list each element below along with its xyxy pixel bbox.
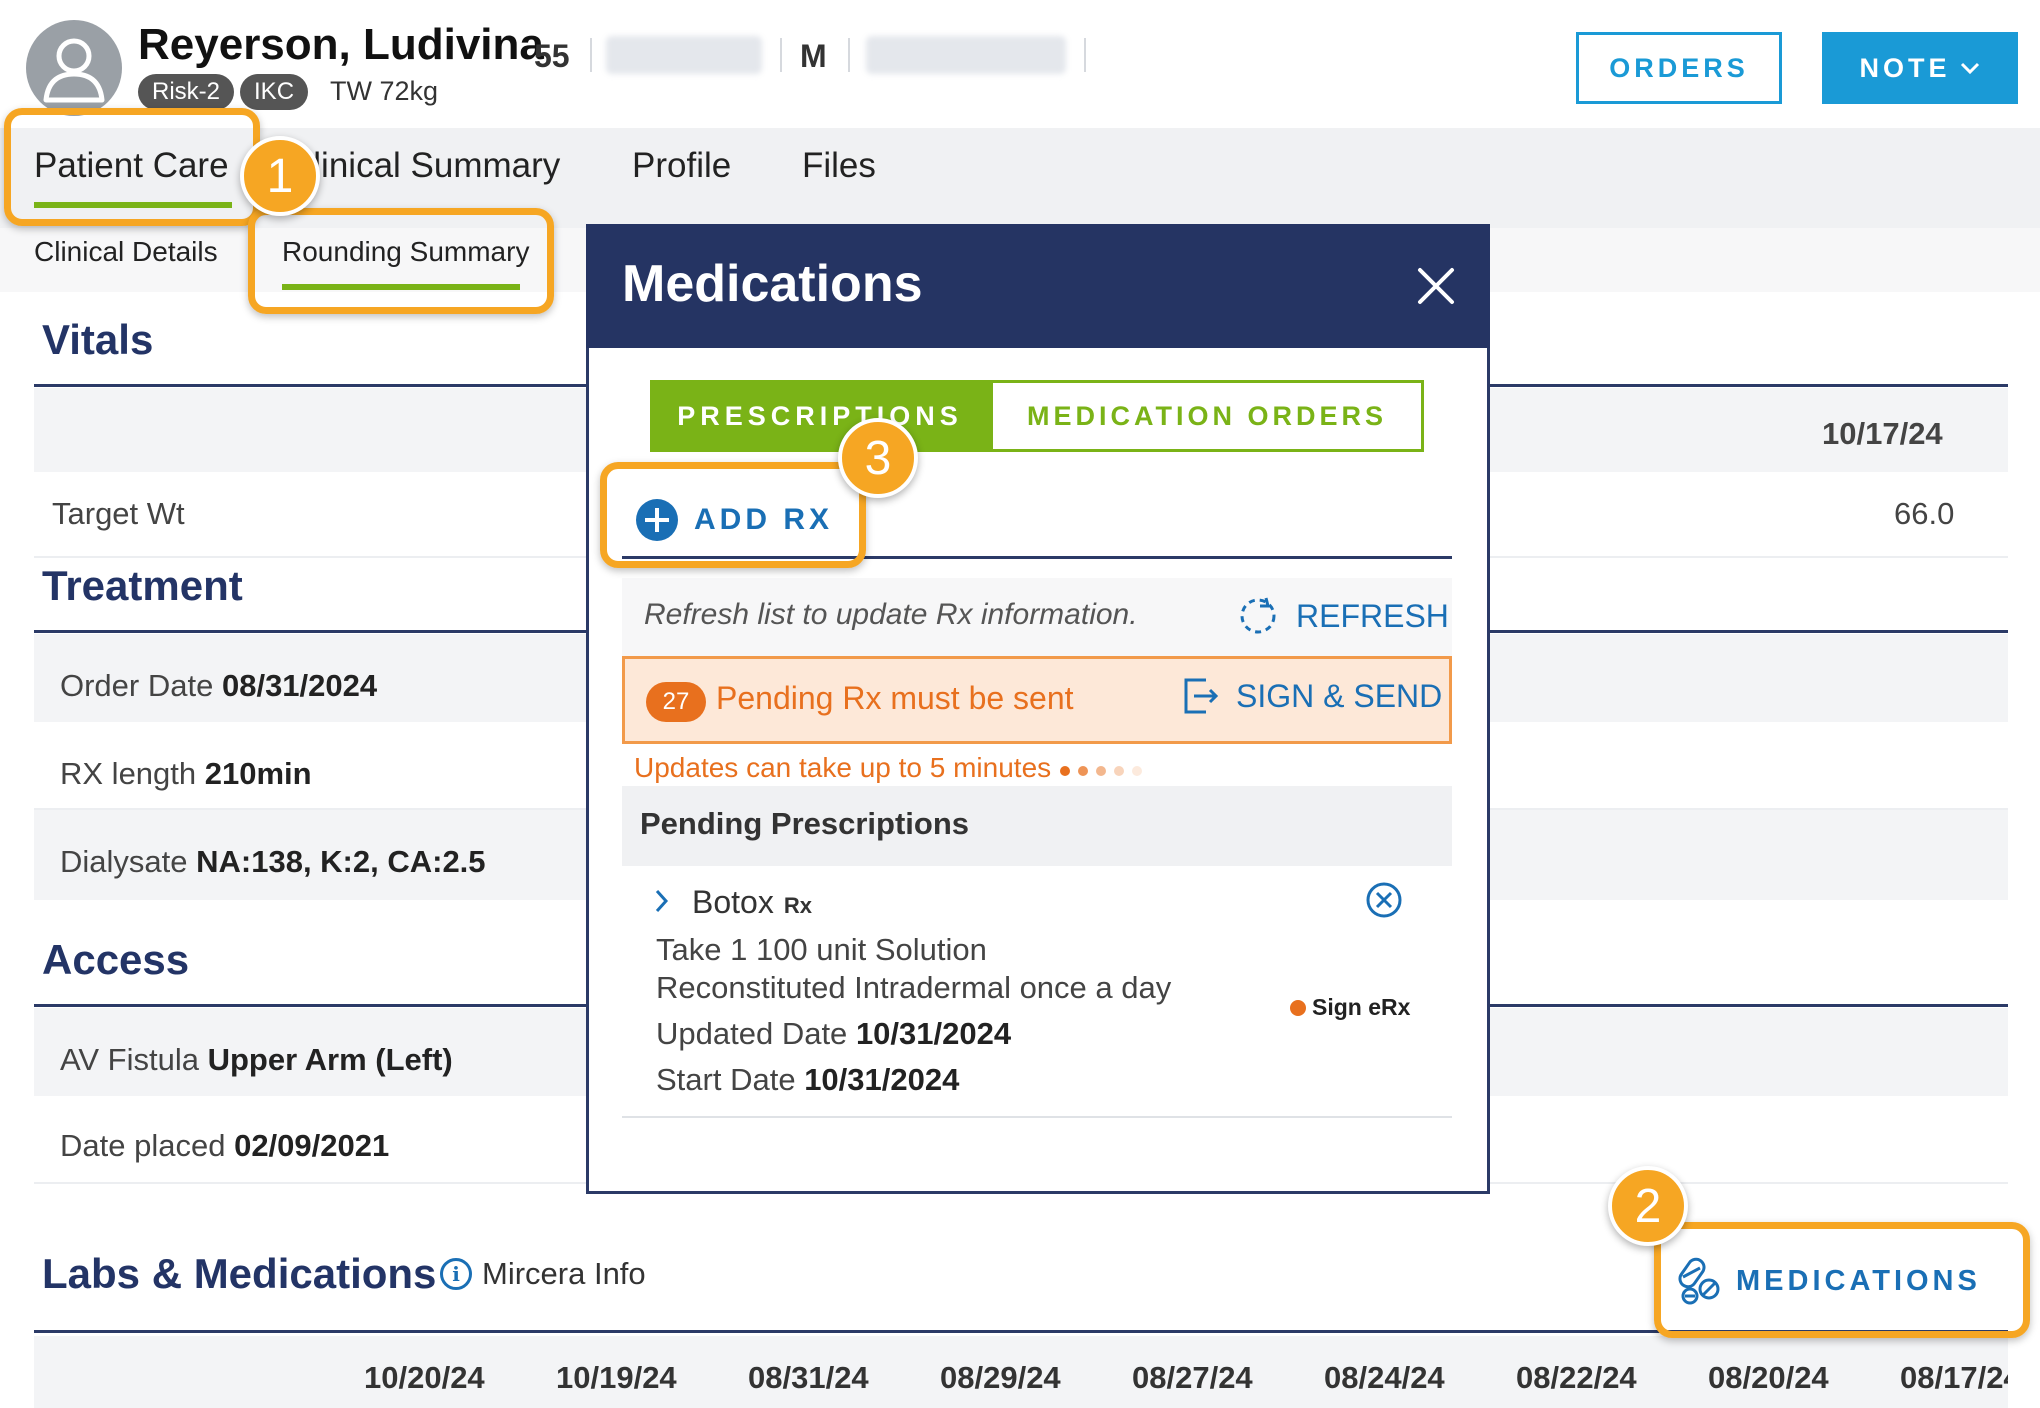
labs-date: 08/29/24 bbox=[940, 1360, 1061, 1395]
vitals-date: 10/17/24 bbox=[1822, 416, 1943, 451]
sign-erx-label: Sign eRx bbox=[1312, 994, 1411, 1020]
callout-badge: 1 bbox=[240, 136, 320, 216]
pending-count-badge: 27 bbox=[646, 682, 706, 722]
row-label: Dialysate bbox=[60, 844, 188, 879]
treatment-row: Order Date 08/31/2024 bbox=[60, 668, 377, 704]
callout-highlight-rounding-summary bbox=[248, 208, 554, 314]
row-value: 08/31/2024 bbox=[221, 668, 378, 703]
rx-name: Botox Rx bbox=[692, 884, 812, 921]
treatment-row: RX length 210min bbox=[60, 756, 312, 792]
row-value: 02/09/2021 bbox=[234, 1128, 390, 1163]
patient-name: Reyerson, Ludivina bbox=[138, 20, 544, 69]
sign-erx-status: Sign eRx bbox=[1290, 994, 1410, 1021]
access-title: Access bbox=[42, 936, 190, 983]
mircera-info-link[interactable]: i Mircera Info bbox=[440, 1256, 646, 1292]
tab-medication-orders[interactable]: MEDICATION ORDERS bbox=[990, 380, 1424, 452]
refresh-icon bbox=[1240, 597, 1276, 634]
chevron-down-icon bbox=[1960, 62, 1979, 75]
update-note: Updates can take up to 5 minutes bbox=[634, 752, 1052, 783]
tag-badge: IKC bbox=[240, 74, 309, 110]
pending-prescriptions-title: Pending Prescriptions bbox=[640, 806, 970, 841]
treatment-title: Treatment bbox=[42, 562, 243, 609]
rx-sig-line: Reconstituted Intradermal once a day bbox=[656, 970, 1172, 1005]
treatment-row: Dialysate NA:138, K:2, CA:2.5 bbox=[60, 844, 486, 880]
callout-highlight-add-rx bbox=[600, 462, 866, 568]
sign-send-label: SIGN & SEND bbox=[1236, 677, 1443, 714]
header-divider bbox=[1084, 38, 1086, 72]
vitals-row-label: Target Wt bbox=[52, 496, 185, 531]
tab-prescriptions[interactable]: PRESCRIPTIONS bbox=[650, 380, 990, 452]
mircera-info-label: Mircera Info bbox=[482, 1256, 646, 1291]
labs-date-clip: 08/17/24 bbox=[1898, 1350, 2008, 1400]
refresh-button[interactable]: REFRESH bbox=[1236, 594, 1449, 638]
patient-tags: Risk-2 IKC bbox=[138, 74, 314, 110]
refresh-note: Refresh list to update Rx information. bbox=[644, 598, 1138, 631]
callout-badge: 3 bbox=[838, 418, 918, 498]
labs-date: 10/20/24 bbox=[364, 1360, 485, 1395]
sign-send-button[interactable]: SIGN & SEND bbox=[1182, 676, 1442, 716]
note-button[interactable]: NOTE bbox=[1822, 32, 2018, 104]
info-icon: i bbox=[440, 1258, 472, 1290]
row-value: Upper Arm (Left) bbox=[207, 1042, 453, 1077]
patient-age: 55 bbox=[534, 38, 570, 74]
loading-dots bbox=[1060, 766, 1142, 776]
labs-date: 08/20/24 bbox=[1708, 1360, 1829, 1395]
note-button-label: NOTE bbox=[1859, 52, 1951, 83]
redacted-dob bbox=[606, 36, 762, 74]
patient-avatar bbox=[26, 20, 122, 116]
target-weight: TW 72kg bbox=[330, 76, 439, 106]
rx-sig-line: Take 1 100 unit Solution bbox=[656, 932, 987, 967]
user-icon bbox=[43, 38, 105, 103]
callout-highlight-patient-care bbox=[4, 108, 260, 226]
labs-date: 08/27/24 bbox=[1132, 1360, 1253, 1395]
vitals-title: Vitals bbox=[42, 316, 154, 363]
pending-rx-text: Pending Rx must be sent bbox=[716, 680, 1074, 716]
close-icon[interactable] bbox=[1412, 262, 1460, 310]
row-label: AV Fistula bbox=[60, 1042, 199, 1077]
chevron-right-icon[interactable] bbox=[652, 886, 672, 916]
rx-tag: Rx bbox=[783, 893, 812, 918]
rx-start-value: 10/31/2024 bbox=[804, 1062, 960, 1097]
labs-date: 08/24/24 bbox=[1324, 1360, 1445, 1395]
labs-date: 08/22/24 bbox=[1516, 1360, 1637, 1395]
tab-files[interactable]: Files bbox=[802, 146, 876, 186]
redacted-phone bbox=[866, 36, 1066, 74]
labs-date: 08/31/24 bbox=[748, 1360, 869, 1395]
orders-button[interactable]: ORDERS bbox=[1576, 32, 1782, 104]
status-dot-icon bbox=[1290, 999, 1306, 1016]
rx-start-date: Start Date 10/31/2024 bbox=[656, 1062, 959, 1098]
callout-badge: 2 bbox=[1608, 1166, 1688, 1246]
subtab-clinical-details[interactable]: Clinical Details bbox=[34, 236, 218, 268]
callout-highlight-medications bbox=[1654, 1222, 2030, 1338]
row-label: Date placed bbox=[60, 1128, 226, 1163]
access-row: AV Fistula Upper Arm (Left) bbox=[60, 1042, 453, 1078]
x-circle-icon[interactable] bbox=[1364, 880, 1404, 920]
vitals-row-value: 66.0 bbox=[1894, 496, 1955, 531]
tab-profile[interactable]: Profile bbox=[632, 146, 731, 186]
row-value: 210min bbox=[204, 756, 312, 791]
header-divider bbox=[590, 38, 592, 72]
row-label: Order Date bbox=[60, 668, 214, 703]
send-icon bbox=[1184, 678, 1219, 714]
tab-clinical-summary[interactable]: Clinical Summary bbox=[288, 146, 560, 186]
row-label: RX length bbox=[60, 756, 197, 791]
labs-date: 08/17/24 bbox=[1900, 1360, 2008, 1395]
labs-date: 10/19/24 bbox=[556, 1360, 677, 1395]
rx-updated-value: 10/31/2024 bbox=[855, 1016, 1012, 1051]
rx-start-label: Start Date bbox=[656, 1062, 796, 1097]
refresh-label: REFRESH bbox=[1296, 597, 1449, 634]
header-divider bbox=[848, 38, 850, 72]
rx-updated-date: Updated Date 10/31/2024 bbox=[656, 1016, 1011, 1052]
access-row: Date placed 02/09/2021 bbox=[60, 1128, 389, 1164]
modal-title: Medications bbox=[622, 255, 923, 313]
patient-sex: M bbox=[800, 38, 827, 74]
header-divider bbox=[780, 38, 782, 72]
rx-updated-label: Updated Date bbox=[656, 1016, 848, 1051]
row-value: NA:138, K:2, CA:2.5 bbox=[196, 844, 486, 879]
tag-badge: Risk-2 bbox=[138, 74, 235, 110]
rx-name-text: Botox bbox=[692, 884, 774, 920]
labs-title: Labs & Medications bbox=[42, 1250, 437, 1297]
